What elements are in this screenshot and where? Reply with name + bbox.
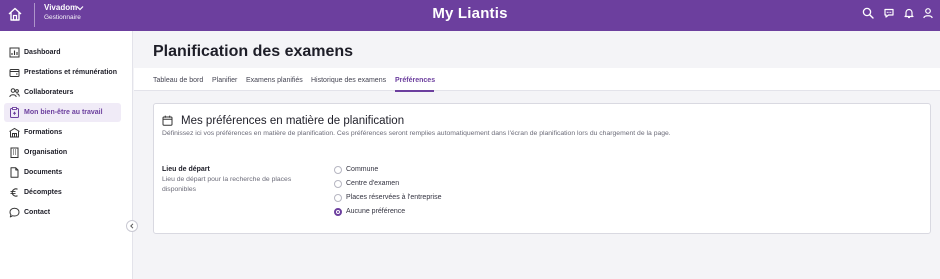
radio-label[interactable]: Centre d'examen — [346, 179, 399, 189]
chart-icon — [9, 47, 20, 58]
preferences-card: Mes préférences en matière de planificat… — [153, 103, 931, 234]
field-help-text: Lieu de départ pour la recherche de plac… — [162, 176, 292, 193]
sidebar-item-label: Organisation — [24, 149, 68, 156]
chat-icon[interactable] — [883, 7, 895, 19]
bell-icon[interactable] — [903, 7, 915, 19]
sidebar-item-decomptes[interactable]: Décomptes — [4, 183, 121, 202]
tab-preferences[interactable]: Préférences — [395, 76, 435, 85]
sidebar-item-contact[interactable]: Contact — [4, 203, 121, 222]
sidebar-item-label: Documents — [24, 169, 63, 176]
sidebar-item-collaborateurs[interactable]: Collaborateurs — [4, 83, 121, 102]
calendar-icon — [162, 115, 173, 126]
euro-icon — [10, 188, 18, 197]
sidebar-item-label: Collaborateurs — [24, 89, 74, 96]
sidebar-item-label: Dashboard — [24, 49, 61, 56]
sidebar-item-label: Formations — [24, 129, 63, 136]
tab-examens-planifies[interactable]: Examens planifiés — [246, 76, 303, 85]
radio-button[interactable] — [334, 166, 342, 174]
school-icon — [9, 127, 20, 138]
radio-label[interactable]: Places réservées à l'entreprise — [346, 193, 442, 203]
sidebar-item-bien-etre[interactable]: Mon bien-être au travail — [4, 103, 121, 122]
top-bar: Vivadom Gestionnaire My Liantis — [0, 0, 940, 31]
main-content: Planification des examens Tableau de bor… — [134, 31, 940, 279]
radio-button[interactable] — [334, 194, 342, 202]
card-description: Définissez ici vos préférences en matièr… — [162, 130, 671, 137]
tab-historique[interactable]: Historique des examens — [311, 76, 386, 85]
radio-label[interactable]: Aucune préférence — [346, 207, 405, 217]
wallet-icon — [9, 69, 20, 77]
radio-button[interactable] — [334, 180, 342, 188]
user-icon[interactable] — [922, 7, 934, 19]
sidebar-item-prestations[interactable]: Prestations et rémunération — [4, 63, 121, 82]
tab-planifier[interactable]: Planifier — [212, 76, 237, 85]
sidebar-item-organisation[interactable]: Organisation — [4, 143, 121, 162]
chat-icon — [9, 207, 20, 218]
sidebar-item-documents[interactable]: Documents — [4, 163, 121, 182]
sidebar-item-label: Contact — [24, 209, 51, 216]
card-title: Mes préférences en matière de planificat… — [181, 115, 405, 127]
sidebar-item-formations[interactable]: Formations — [4, 123, 121, 142]
building-icon — [10, 147, 19, 158]
tab-tableau-de-bord[interactable]: Tableau de bord — [153, 76, 203, 85]
radio-button-selected[interactable] — [334, 208, 342, 216]
sidebar-item-label: Décomptes — [24, 189, 62, 196]
field-label: Lieu de départ — [162, 166, 210, 173]
sidebar-item-label: Prestations et rémunération — [24, 69, 117, 76]
clipboard-icon — [10, 107, 19, 118]
sidebar: Dashboard Prestations et rémunération Co… — [0, 31, 138, 279]
sidebar-item-label: Mon bien-être au travail — [24, 109, 103, 116]
app-title: My Liantis — [432, 5, 508, 22]
page-title: Planification des examens — [153, 43, 354, 60]
sidebar-item-dashboard[interactable]: Dashboard — [4, 43, 121, 62]
people-icon — [9, 88, 20, 98]
radio-label[interactable]: Commune — [346, 165, 378, 175]
active-tab-indicator — [395, 90, 434, 92]
search-icon[interactable] — [862, 7, 874, 19]
document-icon — [10, 167, 19, 178]
